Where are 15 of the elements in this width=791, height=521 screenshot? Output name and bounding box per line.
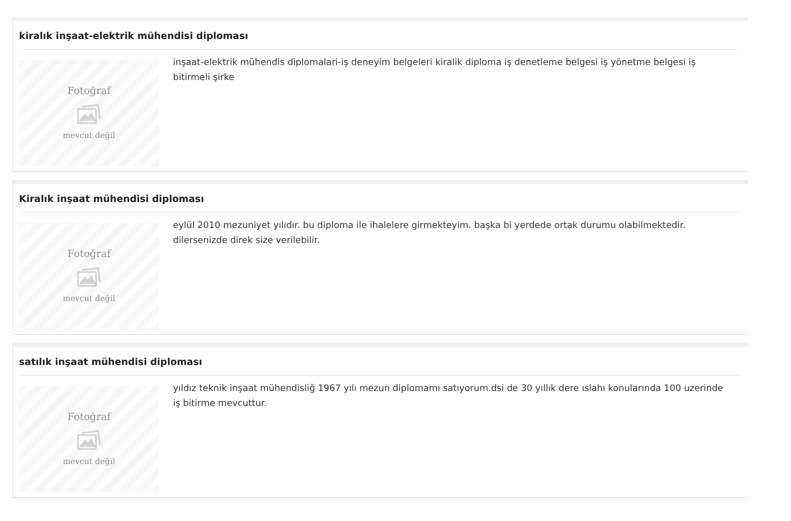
- listing-title[interactable]: satılık inşaat mühendisi diploması: [19, 357, 202, 368]
- listing-description: eylül 2010 mezuniyet yılıdır. bu diploma ile ihalelere girmekteyim. başka bi yerdede ortak durumu olabilmektedir. dilersenizde direk size verilebilir.: [173, 220, 687, 248]
- placeholder-label: Fotoğraf: [67, 412, 111, 423]
- image-icon: [76, 429, 102, 451]
- placeholder-caption: mevcut değil: [62, 131, 116, 140]
- placeholder-caption: mevcut değil: [62, 294, 116, 303]
- image-icon: [76, 103, 102, 125]
- placeholder-label: Fotoğraf: [67, 249, 111, 260]
- listing-description: inşaat-elektrik mühendis diplomalari-iş deneyim belgeleri kiralik diploma iş denetleme belgesi iş yönetme belgesi iş bitirmeli şirke: [173, 57, 697, 85]
- placeholder-caption: mevcut değil: [62, 457, 116, 466]
- placeholder-label: Fotoğraf: [67, 86, 111, 97]
- image-icon: [76, 266, 102, 288]
- listing-description: yıldız teknik inşaat mühendisliğ 1967 yılı mezun diplomamı satıyorum.dsi de 30 yıllık dere ıslahı konularında 100 uzerinde iş bitirme mevcuttur.: [173, 382, 724, 411]
- listing-title[interactable]: Kiralık inşaat mühendisi diploması: [19, 194, 204, 205]
- listing-title[interactable]: kiralık inşaat-elektrik mühendisi diploması: [19, 31, 248, 42]
